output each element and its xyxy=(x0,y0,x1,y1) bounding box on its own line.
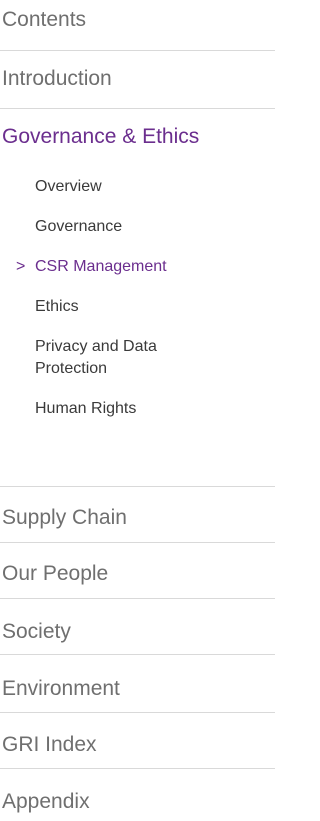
divider xyxy=(0,108,275,109)
toc-subitem-privacy[interactable]: Privacy and Data Protection xyxy=(0,336,200,380)
toc-section-society[interactable]: Society xyxy=(0,620,275,644)
toc-section-introduction[interactable]: Introduction xyxy=(0,67,275,91)
divider xyxy=(0,712,275,713)
toc-subitem-overview[interactable]: Overview xyxy=(0,176,275,198)
toc-subitem-human-rights[interactable]: Human Rights xyxy=(0,398,275,420)
toc-section-our-people[interactable]: Our People xyxy=(0,562,275,586)
divider xyxy=(0,542,275,543)
toc-section-governance-ethics[interactable]: Governance & Ethics xyxy=(0,125,275,149)
toc-heading[interactable]: Contents xyxy=(0,8,275,32)
table-of-contents: Contents Introduction Governance & Ethic… xyxy=(0,0,275,821)
divider xyxy=(0,486,275,487)
divider xyxy=(0,50,275,51)
toc-subitem-governance[interactable]: Governance xyxy=(0,216,275,238)
toc-section-supply-chain[interactable]: Supply Chain xyxy=(0,506,275,530)
divider xyxy=(0,598,275,599)
toc-section-appendix[interactable]: Appendix xyxy=(0,790,275,814)
toc-subitem-label: CSR Management xyxy=(35,258,167,275)
divider xyxy=(0,654,275,655)
current-item-marker: > xyxy=(16,258,26,275)
toc-section-gri-index[interactable]: GRI Index xyxy=(0,733,275,757)
toc-subitem-csr-management[interactable]: > CSR Management xyxy=(0,256,275,278)
toc-section-environment[interactable]: Environment xyxy=(0,677,275,701)
divider xyxy=(0,768,275,769)
toc-subitem-ethics[interactable]: Ethics xyxy=(0,296,275,318)
